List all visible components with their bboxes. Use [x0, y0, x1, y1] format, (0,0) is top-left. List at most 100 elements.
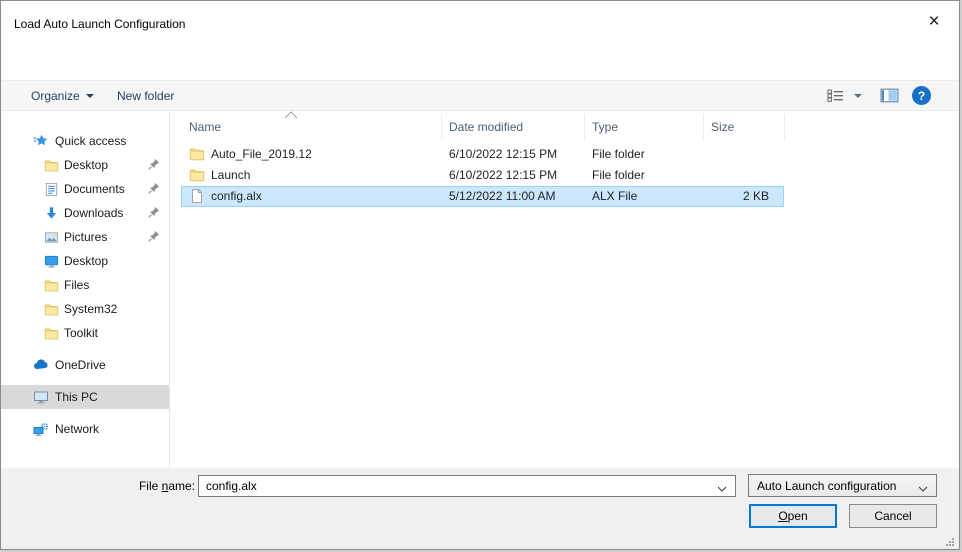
cancel-button[interactable]: Cancel [849, 504, 937, 528]
close-button[interactable]: × [919, 9, 949, 35]
resize-grip[interactable] [944, 536, 955, 547]
column-header-type[interactable]: Type [592, 120, 618, 134]
label-text: File [139, 479, 162, 493]
pin-icon [148, 206, 160, 218]
file-type: File folder [592, 168, 645, 182]
navigation-bar: ← → ↑ › This PC › OSDisk (C:) › SoftDocs… [1, 43, 959, 80]
file-size: 2 KB [681, 189, 769, 203]
sidebar-item-label: OneDrive [55, 358, 106, 372]
chevron-down-icon [86, 94, 94, 98]
divider [584, 114, 585, 140]
folder-icon [44, 302, 59, 317]
sidebar-item-label: Documents [64, 182, 125, 196]
sidebar-item-documents[interactable]: Documents [1, 177, 169, 201]
file-type-value: Auto Launch configuration [757, 479, 896, 493]
column-header-date-modified[interactable]: Date modified [449, 120, 523, 134]
close-icon: × [928, 11, 939, 33]
pictures-icon [44, 230, 59, 245]
help-icon: ? [912, 86, 931, 105]
button-text: pen [788, 509, 808, 523]
sidebar-item-label: Quick access [55, 134, 126, 148]
sidebar-item-label: Downloads [64, 206, 123, 220]
file-date-modified: 6/10/2022 12:15 PM [449, 168, 557, 182]
monitor-icon [44, 254, 59, 269]
main-area: Quick access Desktop Documents Downloads… [1, 111, 959, 468]
new-folder-button[interactable]: New folder [111, 81, 180, 110]
pin-icon [148, 230, 160, 242]
label-text: ame: [168, 479, 195, 493]
file-icon [189, 188, 205, 204]
help-button[interactable]: ? [912, 81, 931, 110]
folder-icon [189, 167, 205, 183]
organize-button[interactable]: Organize [25, 81, 100, 110]
preview-pane-icon [880, 88, 899, 103]
file-row-config-selected[interactable]: config.alx 5/12/2022 11:00 AM ALX File 2… [181, 186, 784, 207]
this-pc-monitor-icon [33, 389, 49, 405]
sidebar-item-label: This PC [55, 390, 98, 404]
sidebar-item-toolkit[interactable]: Toolkit [1, 321, 169, 345]
button-text: Cancel [874, 509, 911, 523]
column-header-name[interactable]: Name [189, 120, 221, 134]
sidebar-item-label: Network [55, 422, 99, 436]
divider [441, 114, 442, 140]
folder-icon [189, 146, 205, 162]
sidebar-item-this-pc[interactable]: This PC [1, 385, 169, 409]
quick-access-star-icon [33, 133, 49, 149]
dialog-title: Load Auto Launch Configuration [14, 17, 185, 31]
file-type: ALX File [592, 189, 637, 203]
chevron-down-icon [917, 483, 929, 495]
sidebar-item-system32[interactable]: System32 [1, 297, 169, 321]
views-button[interactable] [827, 81, 862, 110]
help-glyph: ? [918, 89, 925, 103]
folder-icon [44, 278, 59, 293]
file-date-modified: 5/12/2022 11:00 AM [449, 189, 556, 203]
sidebar-item-network[interactable]: Network [1, 417, 169, 441]
title-bar: Load Auto Launch Configuration × [1, 1, 959, 43]
dialog-footer: File name: Auto Launch configuration Ope… [1, 468, 959, 550]
column-headers: Name Date modified Type Size [181, 111, 959, 144]
sidebar-item-label: Toolkit [64, 326, 98, 340]
chevron-down-icon [854, 94, 862, 98]
navigation-pane: Quick access Desktop Documents Downloads… [1, 111, 169, 468]
file-list: Name Date modified Type Size Auto_File_2… [181, 111, 959, 468]
sidebar-item-onedrive[interactable]: OneDrive [1, 353, 169, 377]
document-icon [44, 182, 59, 197]
file-row-auto-file[interactable]: Auto_File_2019.12 6/10/2022 12:15 PM Fil… [181, 144, 784, 165]
chevron-down-icon[interactable] [716, 483, 728, 495]
sidebar-item-quick-access[interactable]: Quick access [1, 129, 169, 153]
folder-icon [44, 158, 59, 173]
sidebar-item-label: Pictures [64, 230, 107, 244]
command-bar: Organize New folder ? [1, 80, 959, 111]
pin-icon [148, 182, 160, 194]
organize-label: Organize [31, 89, 80, 103]
sidebar-item-label: Files [64, 278, 89, 292]
sidebar-item-label: Desktop [64, 254, 108, 268]
file-row-launch[interactable]: Launch 6/10/2022 12:15 PM File folder [181, 165, 784, 186]
open-button[interactable]: Open [749, 504, 837, 528]
download-arrow-icon [44, 206, 59, 221]
column-header-size[interactable]: Size [711, 120, 734, 134]
sidebar-item-downloads[interactable]: Downloads [1, 201, 169, 225]
sidebar-item-desktop-pinned[interactable]: Desktop [1, 153, 169, 177]
sidebar-item-label: System32 [64, 302, 117, 316]
file-dialog-window: Load Auto Launch Configuration × ← → ↑ ›… [0, 0, 960, 550]
file-type-dropdown[interactable]: Auto Launch configuration [748, 474, 937, 497]
sidebar-item-files[interactable]: Files [1, 273, 169, 297]
sort-ascending-icon [284, 111, 298, 119]
sidebar-item-desktop[interactable]: Desktop [1, 249, 169, 273]
file-name-input[interactable] [199, 476, 735, 496]
file-name-combo [198, 475, 736, 497]
pin-icon [148, 158, 160, 170]
file-name: config.alx [211, 189, 262, 203]
sidebar-item-label: Desktop [64, 158, 108, 172]
new-folder-label: New folder [117, 89, 174, 103]
folder-icon [44, 326, 59, 341]
divider [169, 111, 170, 468]
views-icon [827, 89, 845, 103]
preview-pane-button[interactable] [880, 81, 899, 110]
button-accelerator: O [778, 509, 787, 523]
file-name-label: File name: [111, 479, 195, 493]
file-name: Launch [211, 168, 250, 182]
file-type: File folder [592, 147, 645, 161]
sidebar-item-pictures[interactable]: Pictures [1, 225, 169, 249]
